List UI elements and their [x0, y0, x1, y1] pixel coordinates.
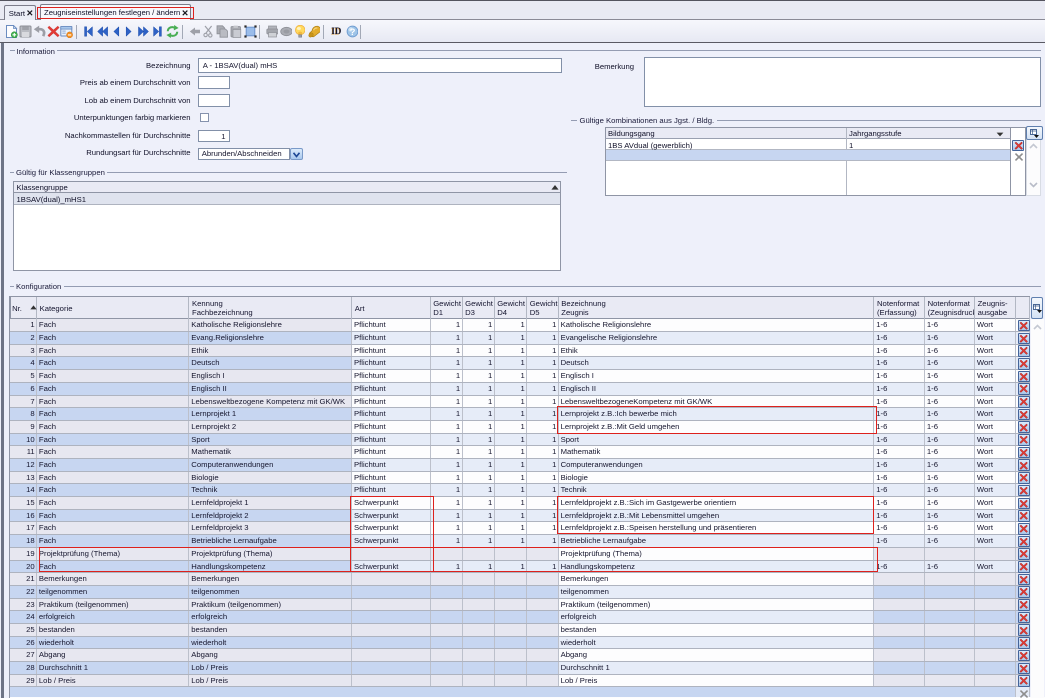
svg-text:?: ? [349, 27, 355, 38]
